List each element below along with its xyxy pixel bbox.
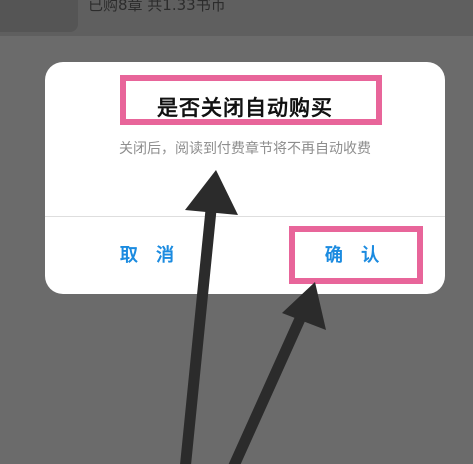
arrow-to-confirm-icon [228, 282, 326, 464]
annotation-arrows [180, 170, 326, 464]
arrow-to-title-icon [180, 170, 238, 464]
